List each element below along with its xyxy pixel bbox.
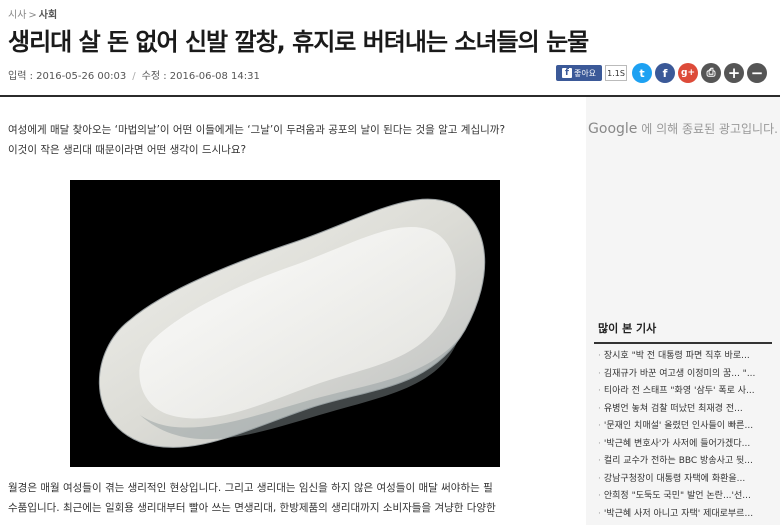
breadcrumb-parent-link[interactable]: 시사 — [8, 10, 26, 21]
popular-item[interactable]: · '박근혜 변호사'가 사저에 들어가겠다... — [586, 436, 766, 454]
facebook-logo-icon: f — [561, 68, 572, 78]
popular-item[interactable]: · '문재인 치매설' 올렸던 인사들이 빠른... — [586, 418, 766, 436]
body-paragraph: 월경은 매월 여성들이 겪는 생리적인 현상입니다. 그리고 생리대는 임신을 … — [8, 478, 570, 518]
font-smaller-icon[interactable]: − — [747, 63, 767, 83]
intro-line-2: 이것이 작은 생리대 때문이라면 어떤 생각이 드시나요? — [8, 144, 247, 156]
bullet-icon: · — [598, 473, 601, 484]
popular-articles: 많이 본 기사 · 장시호 "박 전 대통령 파면 직후 바로... · 김재규가 … — [586, 320, 780, 523]
bullet-icon: · — [598, 491, 601, 501]
ad-closed-notice: Google 에 의해 종료된 광고입니다. — [586, 122, 780, 136]
facebook-like-count: 1.1S — [605, 65, 627, 81]
facebook-icon[interactable]: f — [655, 63, 675, 83]
popular-item[interactable]: · 강남구청장이 대통령 자택에 화환을... — [586, 471, 766, 489]
breadcrumb: 시사 > 사회 — [8, 6, 57, 21]
intro-paragraph: 여성에게 매달 찾아오는 ‘마법의날’이 어떤 이들에게는 ‘그날’이 두려움과… — [8, 120, 570, 160]
sanitary-pad-illustration — [98, 198, 486, 449]
font-larger-icon[interactable]: + — [724, 63, 744, 83]
body-line-2: 수품입니다. 최근에는 일회용 생리대부터 빨아 쓰는 면생리대, 한방제품의 … — [8, 502, 496, 514]
twitter-icon[interactable]: t — [632, 63, 652, 83]
breadcrumb-current-link[interactable]: 사회 — [39, 10, 57, 21]
bullet-icon: · — [598, 438, 601, 449]
popular-title-underline — [594, 342, 772, 344]
sanitary-pad-image — [70, 180, 500, 467]
bullet-icon: · — [598, 368, 601, 379]
popular-title: 많이 본 기사 — [598, 322, 657, 335]
article-meta: 입력 : 2016-05-26 00:03 / 수정 : 2016-06-08 14… — [8, 67, 260, 82]
bullet-icon: · — [598, 403, 601, 414]
popular-item[interactable]: · 김재규가 바꾼 여고생 이정미의 꿈... "... — [586, 366, 766, 384]
print-icon[interactable]: ⎙ — [701, 63, 721, 83]
ad-message: 에 의해 종료된 광고입니다. — [641, 122, 778, 136]
popular-item[interactable]: · 안희정 "도둑도 국민" 발언 논란...'선... — [586, 488, 766, 506]
facebook-like-button[interactable]: f 좋아요 — [556, 65, 602, 81]
facebook-like-label: 좋아요 — [573, 68, 597, 78]
bullet-icon: · — [598, 421, 601, 431]
meta-divider: / — [132, 71, 136, 82]
article-body: 여성에게 매달 찾아오는 ‘마법의날’이 어떤 이들에게는 ‘그날’이 두려움과… — [8, 120, 570, 514]
bullet-icon: · — [598, 456, 601, 466]
breadcrumb-separator: > — [28, 10, 37, 21]
bullet-icon: · — [598, 386, 601, 396]
popular-item[interactable]: · 유병언 놓쳐 검찰 떠났던 최재경 전... — [586, 401, 766, 419]
body-line-1: 월경은 매월 여성들이 겪는 생리적인 현상입니다. 그리고 생리대는 임신을 … — [8, 482, 493, 494]
google-plus-icon[interactable]: g+ — [678, 63, 698, 83]
ad-brand: Google — [588, 121, 638, 137]
popular-item[interactable]: · 장시호 "박 전 대통령 파면 직후 바로... — [586, 348, 766, 366]
popular-item[interactable]: · 컬리 교수가 전하는 BBC 방송사고 뒷... — [586, 453, 766, 471]
popular-list: · 장시호 "박 전 대통령 파면 직후 바로... · 김재규가 바꾼 여고생 이… — [586, 348, 780, 523]
popular-item[interactable]: · 티아라 전 스태프 "화영 '삼두' 폭로 사... — [586, 383, 766, 401]
popular-item[interactable]: · '박근혜 사저 아니고 자택' 제대로부르... — [586, 506, 766, 524]
share-toolbar: f 좋아요 1.1S t f g+ ⎙ + − — [556, 62, 767, 84]
article-headline: 생리대 살 돈 없어 신발 깔창, 휴지로 버텨내는 소녀들의 눈물 — [8, 28, 589, 56]
input-date: 입력 : 2016-05-26 00:03 — [8, 71, 127, 82]
bullet-icon: · — [598, 508, 601, 519]
modified-date: 수정 : 2016-06-08 14:31 — [141, 71, 260, 82]
bullet-icon: · — [598, 351, 601, 361]
intro-line-1: 여성에게 매달 찾아오는 ‘마법의날’이 어떤 이들에게는 ‘그날’이 두려움과… — [8, 124, 506, 136]
